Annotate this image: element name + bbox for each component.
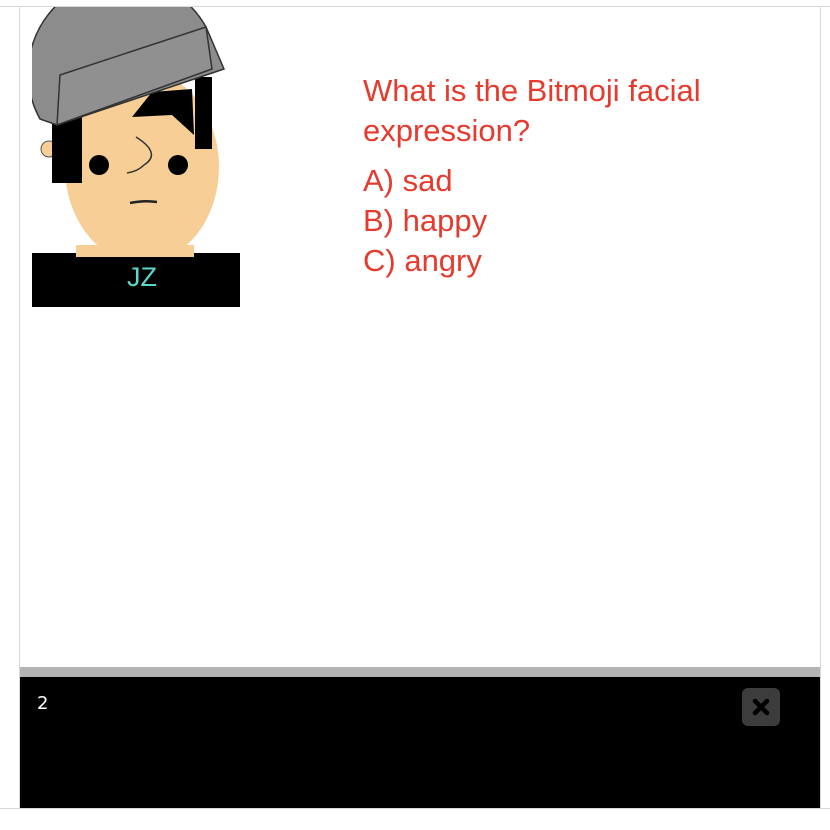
console-output: 2 — [37, 693, 49, 714]
bitmoji-avatar: JZ — [32, 7, 262, 317]
option-b: B) happy — [363, 203, 488, 238]
question-text: What is the Bitmoji facial expression? — [363, 73, 701, 148]
close-console-button[interactable] — [742, 688, 780, 726]
console-panel: 2 — [20, 677, 820, 808]
output-canvas: JZ What is the Bitmoji facial expression… — [20, 7, 820, 667]
option-a: A) sad — [363, 163, 453, 198]
avatar-initials: JZ — [127, 262, 157, 292]
quiz-question: What is the Bitmoji facial expression? A… — [363, 71, 783, 281]
close-icon — [752, 698, 770, 716]
avatar-right-eye — [168, 155, 188, 175]
option-c: C) angry — [363, 243, 482, 278]
console-resize-handle[interactable] — [20, 667, 820, 677]
avatar-neck — [76, 245, 194, 257]
answer-options: A) sad B) happy C) angry — [363, 161, 783, 281]
avatar-collar — [76, 257, 194, 261]
avatar-hair-right — [195, 77, 212, 149]
avatar-drawing: JZ — [32, 7, 240, 307]
outer-border-bottom — [0, 808, 830, 809]
avatar-left-eye — [89, 155, 109, 175]
